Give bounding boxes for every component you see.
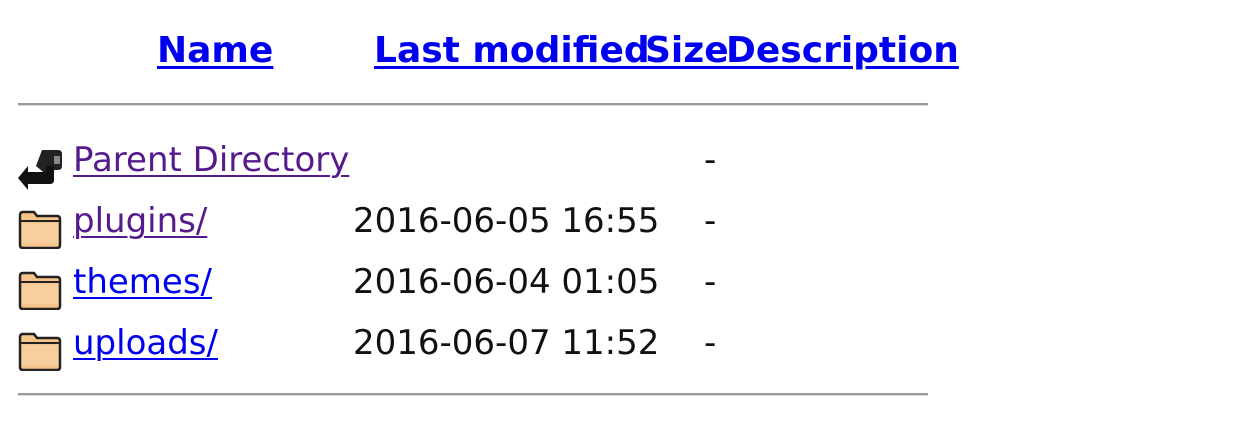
folder-icon [18, 270, 62, 310]
size-value: - [704, 323, 717, 363]
size-value: - [704, 201, 717, 241]
header-divider [18, 103, 928, 106]
table-header: Name Last modified Size Description [0, 30, 959, 80]
folder-link-uploads[interactable]: uploads/ [73, 323, 218, 363]
sort-by-description-link[interactable]: Description [726, 30, 959, 71]
table-row: uploads/ 2016-06-07 11:52 - [0, 323, 940, 373]
last-modified-value: 2016-06-04 01:05 [353, 262, 660, 302]
folder-icon [18, 209, 62, 249]
last-modified-value: 2016-06-05 16:55 [353, 201, 660, 241]
parent-directory-link[interactable]: Parent Directory [73, 140, 349, 180]
folder-link-plugins[interactable]: plugins/ [73, 201, 207, 241]
size-value: - [704, 262, 717, 302]
size-value: - [704, 140, 717, 180]
footer-divider [18, 393, 928, 396]
directory-listing-page: Name Last modified Size Description Pare… [0, 0, 1257, 423]
back-arrow-icon [18, 148, 62, 190]
folder-link-themes[interactable]: themes/ [73, 262, 212, 302]
sort-by-size-link[interactable]: Size [645, 30, 729, 71]
sort-by-name-link[interactable]: Name [157, 30, 273, 71]
table-row: Parent Directory - [0, 140, 940, 190]
table-row: plugins/ 2016-06-05 16:55 - [0, 201, 940, 251]
table-row: themes/ 2016-06-04 01:05 - [0, 262, 940, 312]
folder-icon [18, 331, 62, 371]
sort-by-last-modified-link[interactable]: Last modified [374, 30, 650, 71]
last-modified-value: 2016-06-07 11:52 [353, 323, 660, 363]
